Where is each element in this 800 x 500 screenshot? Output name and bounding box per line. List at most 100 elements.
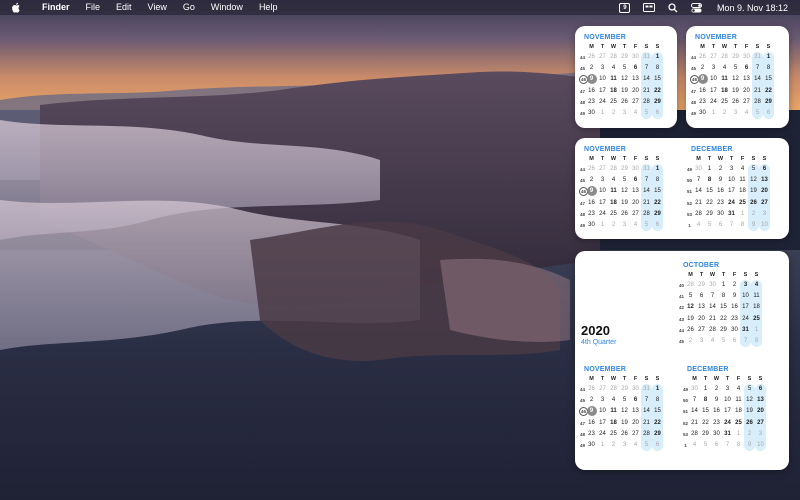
calendar-day[interactable]: 22 [718, 314, 729, 325]
calendar-day[interactable]: 27 [630, 209, 641, 220]
calendar-day[interactable]: 28 [641, 428, 652, 440]
calendar-day[interactable]: 7 [740, 335, 751, 348]
calendar-day[interactable]: 29 [619, 384, 630, 395]
calendar-day[interactable]: 26 [586, 52, 597, 63]
calendar-day[interactable]: 26 [586, 384, 597, 395]
calendar-day[interactable]: 10 [597, 186, 608, 197]
calendar-day[interactable]: 31 [641, 384, 652, 396]
calendar-day[interactable]: 2 [608, 220, 619, 231]
calendar-day[interactable]: 17 [597, 418, 608, 429]
calendar-day[interactable]: 29 [704, 209, 715, 220]
calendar-day[interactable]: 21 [641, 85, 652, 97]
calendar-day[interactable]: 28 [608, 52, 619, 63]
menu-file[interactable]: File [78, 0, 109, 15]
calendar-day[interactable]: 19 [730, 86, 741, 97]
calendar-day[interactable]: 12 [619, 406, 630, 417]
calendar-day[interactable]: 5 [748, 164, 759, 176]
calendar-day[interactable]: 19 [619, 198, 630, 209]
calendar-day[interactable]: 4 [693, 220, 704, 231]
calendar-day[interactable]: 13 [630, 186, 641, 197]
calendar-day[interactable]: 17 [708, 86, 719, 97]
menu-app-finder[interactable]: Finder [34, 0, 78, 15]
calendar-day[interactable]: 6 [652, 439, 663, 452]
calendar-day[interactable]: 7 [641, 175, 652, 187]
calendar-day[interactable]: 27 [755, 417, 766, 429]
calendar-day[interactable]: 10 [726, 175, 737, 186]
calendar-day[interactable]: 29 [652, 208, 663, 220]
calendar-day[interactable]: 11 [719, 74, 730, 85]
calendar-day[interactable]: 30 [630, 164, 641, 175]
calendar-day[interactable]: 5 [641, 439, 652, 452]
calendar-day[interactable]: 4 [630, 440, 641, 451]
calendar-day[interactable]: 2 [715, 164, 726, 175]
calendar-day[interactable]: 8 [733, 440, 744, 451]
calendar-day[interactable]: 19 [744, 406, 755, 418]
calendar-day[interactable]: 28 [685, 280, 696, 291]
calendar-day[interactable]: 29 [619, 164, 630, 175]
calendar-day[interactable]: 6 [759, 164, 770, 176]
calendar-day[interactable]: 6 [630, 395, 641, 406]
calendar-day[interactable]: 20 [755, 406, 766, 418]
calendar-day[interactable]: 7 [752, 63, 763, 75]
calendar-day[interactable]: 26 [744, 417, 755, 429]
calendar-day[interactable]: 31 [752, 52, 763, 64]
calendar-day[interactable]: 30 [586, 108, 597, 119]
calendar-day[interactable]: 19 [685, 314, 696, 325]
calendar-day[interactable]: 21 [689, 418, 700, 429]
calendar-day[interactable]: 27 [759, 197, 770, 209]
calendar-day[interactable]: 3 [619, 440, 630, 451]
calendar-day[interactable]: 10 [755, 439, 766, 452]
calendar-day[interactable]: 5 [704, 220, 715, 231]
calendar-day[interactable]: 5 [641, 219, 652, 232]
calendar-day[interactable]: 24 [740, 313, 751, 325]
calendar-day[interactable]: 1 [652, 384, 663, 396]
calendar-widget-large[interactable]: 2020 4th Quarter OCTOBER M T W T F S S 40 28 29 30 1… [575, 251, 789, 470]
calendar-day[interactable]: 2 [586, 63, 597, 74]
calendar-day[interactable]: 23 [586, 97, 597, 108]
calendar-day[interactable]: 6 [630, 63, 641, 74]
calendar-day[interactable]: 12 [730, 74, 741, 85]
calendar-day[interactable]: 15 [652, 186, 663, 198]
calendar-day[interactable]: 28 [641, 96, 652, 108]
calendar-day[interactable]: 13 [696, 302, 707, 313]
calendar-day[interactable]: 27 [696, 325, 707, 336]
calendar-widget-medium[interactable]: NOVEMBER M T W T F S S 44 26 27 28 29 30 31 1 45 2 3 4 5 6 7 8 4… [575, 138, 789, 239]
calendar-day[interactable]: 3 [708, 63, 719, 74]
calendar-day[interactable]: 1 [597, 440, 608, 451]
calendar-day[interactable]: 27 [630, 97, 641, 108]
calendar-day[interactable]: 8 [700, 395, 711, 406]
calendar-day[interactable]: 30 [711, 429, 722, 440]
calendar-day[interactable]: 26 [697, 52, 708, 63]
calendar-day[interactable]: 8 [704, 175, 715, 186]
calendar-day[interactable]: 10 [740, 291, 751, 303]
calendar-day[interactable]: 2 [744, 428, 755, 440]
calendar-day[interactable]: 5 [619, 175, 630, 186]
calendar-day[interactable]: 10 [708, 74, 719, 85]
calendar-day[interactable]: 17 [726, 186, 737, 197]
calendar-day[interactable]: 2 [586, 175, 597, 186]
calendar-day[interactable]: 1 [652, 164, 663, 176]
calendar-day[interactable]: 3 [759, 208, 770, 220]
calendar-day[interactable]: 21 [693, 198, 704, 209]
calendar-day[interactable]: 30 [741, 52, 752, 63]
calendar-day[interactable]: 20 [630, 86, 641, 97]
calendar-day[interactable]: 11 [608, 186, 619, 197]
calendar-day[interactable]: 12 [748, 175, 759, 187]
calendar-day[interactable]: 23 [715, 198, 726, 209]
calendar-day[interactable]: 12 [619, 74, 630, 85]
calendar-day[interactable]: 20 [759, 186, 770, 198]
calendar-day[interactable]: 23 [729, 314, 740, 325]
calendar-day[interactable]: 6 [711, 440, 722, 451]
calendar-day[interactable]: 3 [740, 280, 751, 292]
calendar-day[interactable]: 7 [726, 220, 737, 231]
calendar-day[interactable]: 27 [708, 52, 719, 63]
calendar-day[interactable]: 22 [652, 417, 663, 429]
calendar-day[interactable]: 30 [586, 220, 597, 231]
calendar-day[interactable]: 25 [608, 429, 619, 440]
calendar-day[interactable]: 30 [729, 325, 740, 336]
calendar-day[interactable]: 26 [685, 325, 696, 336]
menu-bar-clock[interactable]: Mon 9. Nov 18:12 [717, 3, 788, 13]
calendar-day[interactable]: 2 [729, 280, 740, 291]
calendar-day[interactable]: 24 [597, 209, 608, 220]
calendar-day[interactable]: 5 [718, 336, 729, 347]
